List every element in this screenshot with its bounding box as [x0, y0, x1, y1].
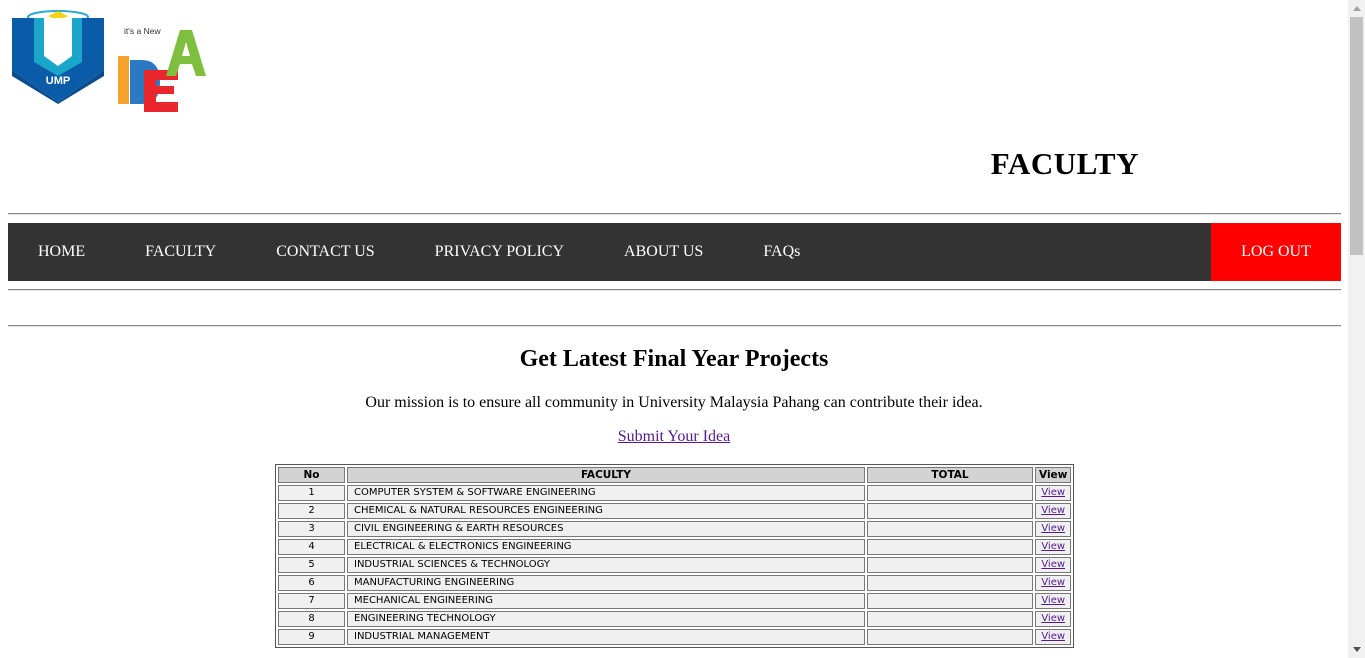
scrollbar-thumb[interactable] — [1350, 17, 1363, 255]
logout-button[interactable]: LOG OUT — [1211, 223, 1341, 281]
page: UMP it's a New FACULTY HOME FACULTY CONT… — [0, 0, 1348, 658]
table-row: 5 INDUSTRIAL SCIENCES & TECHNOLOGY View — [278, 557, 1072, 573]
cell-faculty: MECHANICAL ENGINEERING — [347, 593, 865, 609]
cell-faculty: ENGINEERING TECHNOLOGY — [347, 611, 865, 627]
cell-no: 7 — [278, 593, 345, 609]
faculty-table: No FACULTY TOTAL View 1 COMPUTER SYSTEM &… — [275, 464, 1075, 648]
cell-total — [867, 539, 1033, 555]
cell-faculty: CIVIL ENGINEERING & EARTH RESOURCES — [347, 521, 865, 537]
vertical-scrollbar[interactable] — [1348, 0, 1365, 658]
table-row: 3 CIVIL ENGINEERING & EARTH RESOURCES View — [278, 521, 1072, 537]
cell-faculty: INDUSTRIAL MANAGEMENT — [347, 629, 865, 645]
faculty-table-wrapper: No FACULTY TOTAL View 1 COMPUTER SYSTEM &… — [275, 464, 1075, 648]
column-header-view: View — [1035, 467, 1072, 483]
cell-total — [867, 485, 1033, 501]
cell-faculty: MANUFACTURING ENGINEERING — [347, 575, 865, 591]
cell-faculty: CHEMICAL & NATURAL RESOURCES ENGINEERING — [347, 503, 865, 519]
nav-item-home[interactable]: HOME — [8, 223, 115, 281]
view-link[interactable]: View — [1041, 595, 1065, 606]
cell-view: View — [1035, 629, 1072, 645]
table-row: 9 INDUSTRIAL MANAGEMENT View — [278, 629, 1072, 645]
cell-view: View — [1035, 557, 1072, 573]
table-row: 8 ENGINEERING TECHNOLOGY View — [278, 611, 1072, 627]
view-link[interactable]: View — [1041, 631, 1065, 642]
cell-no: 1 — [278, 485, 345, 501]
table-header-row: No FACULTY TOTAL View — [278, 467, 1072, 483]
cell-total — [867, 521, 1033, 537]
idea-logo: it's a New — [118, 26, 206, 112]
view-link[interactable]: View — [1041, 613, 1065, 624]
divider — [8, 213, 1341, 215]
mission-text: Our mission is to ensure all community i… — [365, 394, 983, 411]
submit-idea-link[interactable]: Submit Your Idea — [618, 428, 730, 445]
faculty-table-body: 1 COMPUTER SYSTEM & SOFTWARE ENGINEERING V… — [278, 485, 1072, 645]
idea-logo-tagline: it's a New — [124, 26, 161, 36]
cell-no: 3 — [278, 521, 345, 537]
view-link[interactable]: View — [1041, 577, 1065, 588]
ump-logo-text: UMP — [46, 75, 70, 87]
table-row: 6 MANUFACTURING ENGINEERING View — [278, 575, 1072, 591]
cell-view: View — [1035, 593, 1072, 609]
page-title: FACULTY — [990, 146, 1139, 181]
cell-view: View — [1035, 575, 1072, 591]
section-heading: Get Latest Final Year Projects — [519, 346, 829, 372]
main-nav: HOME FACULTY CONTACT US PRIVACY POLICY A… — [8, 223, 1341, 281]
cell-no: 4 — [278, 539, 345, 555]
nav-item-contact-us[interactable]: CONTACT US — [246, 223, 404, 281]
cell-total — [867, 503, 1033, 519]
cell-total — [867, 629, 1033, 645]
table-row: 1 COMPUTER SYSTEM & SOFTWARE ENGINEERING V… — [278, 485, 1072, 501]
cell-no: 8 — [278, 611, 345, 627]
submit-idea-container: Submit Your Idea — [0, 428, 1348, 446]
cell-view: View — [1035, 611, 1072, 627]
cell-faculty: INDUSTRIAL SCIENCES & TECHNOLOGY — [347, 557, 865, 573]
cell-faculty: ELECTRICAL & ELECTRONICS ENGINEERING — [347, 539, 865, 555]
cell-total — [867, 557, 1033, 573]
table-row: 7 MECHANICAL ENGINEERING View — [278, 593, 1072, 609]
nav-item-about-us[interactable]: ABOUT US — [594, 223, 733, 281]
table-row: 4 ELECTRICAL & ELECTRONICS ENGINEERING Vie… — [278, 539, 1072, 555]
cell-view: View — [1035, 485, 1072, 501]
column-header-no: No — [278, 467, 345, 483]
cell-no: 2 — [278, 503, 345, 519]
cell-no: 6 — [278, 575, 345, 591]
view-link[interactable]: View — [1041, 505, 1065, 516]
scroll-up-arrow-icon[interactable] — [1348, 0, 1365, 17]
cell-no: 5 — [278, 557, 345, 573]
cell-view: View — [1035, 521, 1072, 537]
cell-view: View — [1035, 539, 1072, 555]
cell-view: View — [1035, 503, 1072, 519]
ump-logo: UMP — [12, 10, 104, 104]
view-link[interactable]: View — [1041, 541, 1065, 552]
nav-item-faculty[interactable]: FACULTY — [115, 223, 246, 281]
cell-total — [867, 611, 1033, 627]
cell-total — [867, 575, 1033, 591]
table-row: 2 CHEMICAL & NATURAL RESOURCES ENGINEERIN… — [278, 503, 1072, 519]
nav-item-faqs[interactable]: FAQs — [733, 223, 830, 281]
cell-total — [867, 593, 1033, 609]
scroll-down-arrow-icon[interactable] — [1348, 641, 1365, 658]
divider — [8, 289, 1341, 291]
nav-item-privacy-policy[interactable]: PRIVACY POLICY — [405, 223, 594, 281]
view-link[interactable]: View — [1041, 487, 1065, 498]
column-header-faculty: FACULTY — [347, 467, 865, 483]
view-link[interactable]: View — [1041, 523, 1065, 534]
view-link[interactable]: View — [1041, 559, 1065, 570]
divider — [8, 325, 1341, 327]
cell-faculty: COMPUTER SYSTEM & SOFTWARE ENGINEERING — [347, 485, 865, 501]
cell-no: 9 — [278, 629, 345, 645]
column-header-total: TOTAL — [867, 467, 1033, 483]
